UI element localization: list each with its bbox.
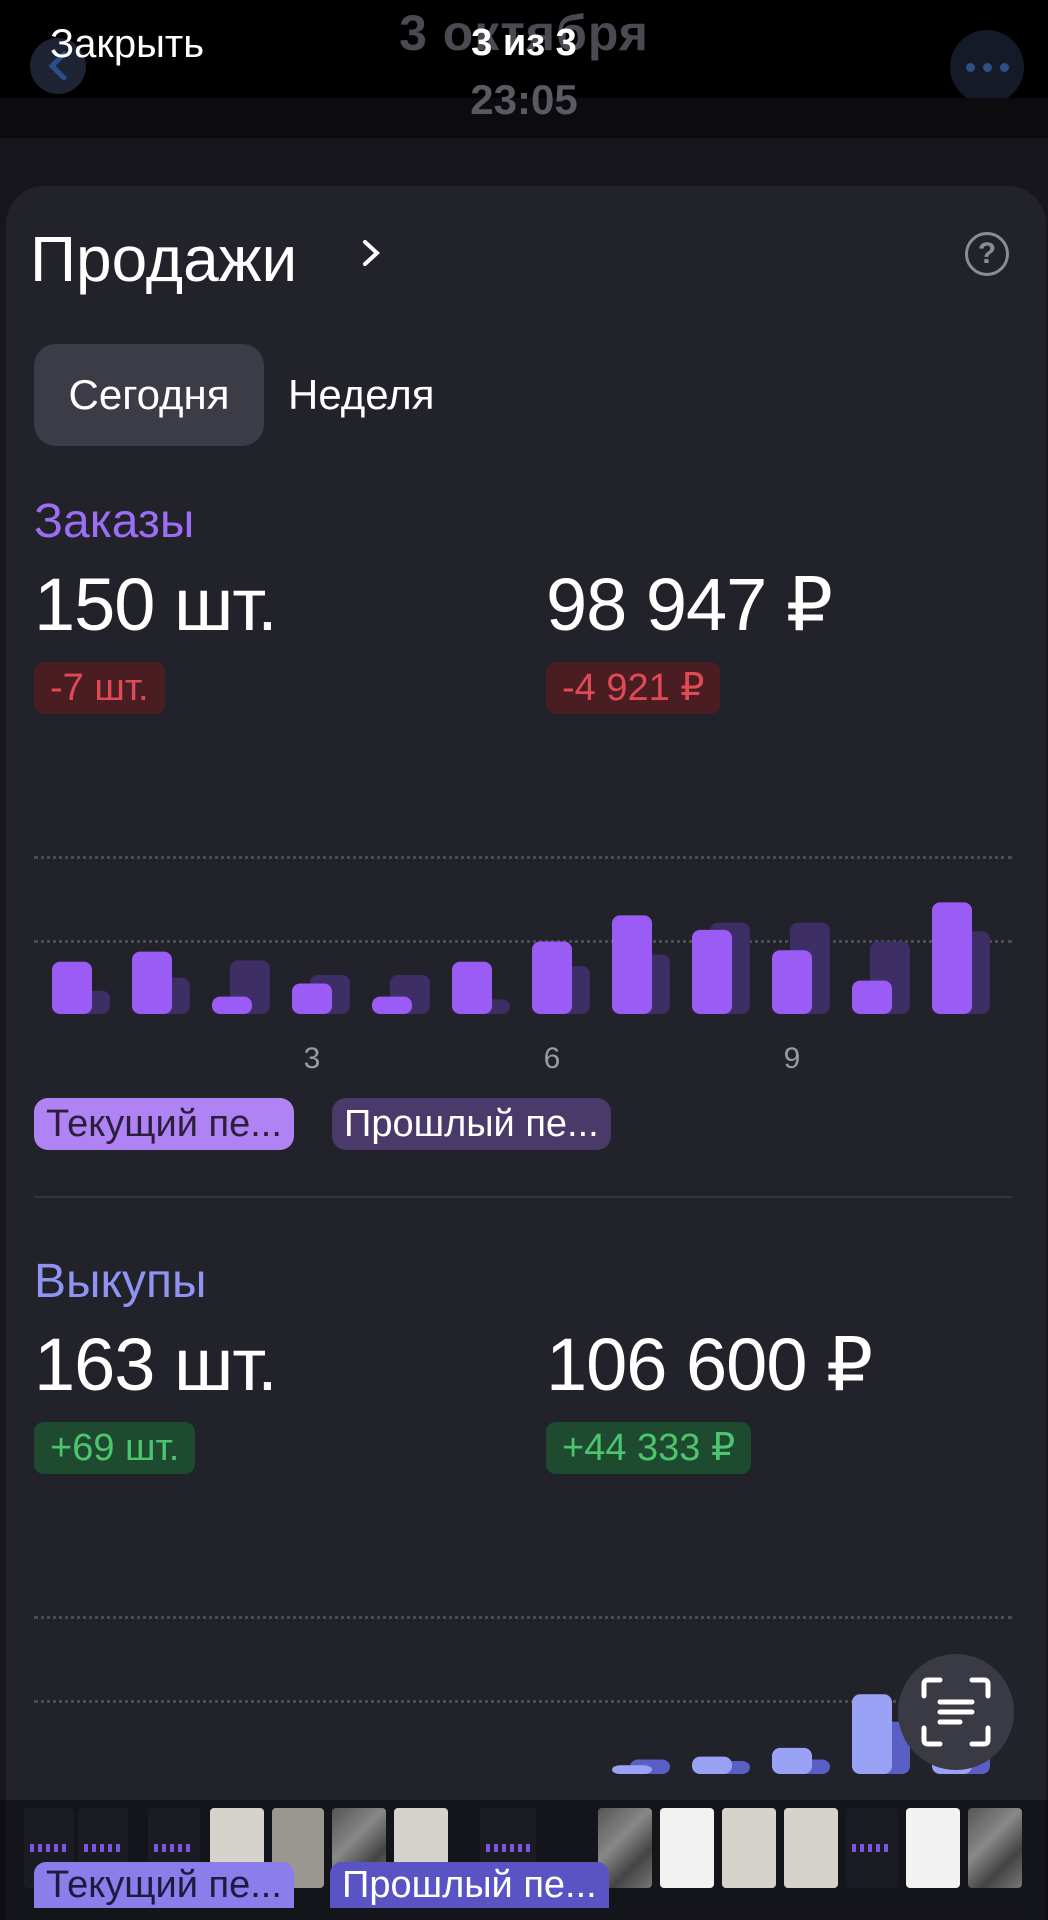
- section-divider: [34, 1196, 1012, 1198]
- scan-text-button[interactable]: [898, 1654, 1014, 1770]
- buyouts-amount-delta: +44 333 ₽: [546, 1422, 752, 1474]
- thumbnail[interactable]: [906, 1808, 960, 1888]
- orders-amount-delta: -4 921 ₽: [546, 662, 721, 714]
- image-counter: 3 из 3: [471, 22, 577, 64]
- buyouts-quantity-delta: +69 шт.: [34, 1422, 196, 1474]
- x-tick-label: 3: [303, 1042, 321, 1075]
- scan-text-icon: [921, 1677, 991, 1747]
- x-tick-label: 9: [783, 1042, 801, 1075]
- chevron-right-icon: [363, 240, 380, 266]
- x-tick-label: 6: [543, 1042, 561, 1075]
- gridline: [34, 1616, 1012, 1619]
- legend-previous-period-ghost: Прошлый пе...: [330, 1862, 609, 1908]
- gridline: [34, 856, 1012, 859]
- legend-current-period[interactable]: Текущий пе...: [34, 1098, 294, 1150]
- thumbnail[interactable]: [722, 1808, 776, 1888]
- gridline: [34, 940, 1012, 943]
- buyouts-quantity: 163 шт.: [34, 1323, 278, 1406]
- legend-current-period-ghost: Текущий пе...: [34, 1862, 294, 1908]
- orders-amount: 98 947 ₽: [546, 563, 833, 646]
- gridline: [34, 1700, 1012, 1703]
- thumbnail[interactable]: [784, 1808, 838, 1888]
- orders-quantity: 150 шт.: [34, 563, 278, 646]
- legend-previous-period[interactable]: Прошлый пе...: [332, 1098, 611, 1150]
- tab-today[interactable]: Сегодня: [34, 344, 264, 446]
- buyouts-amount: 106 600 ₽: [546, 1323, 873, 1406]
- tab-week[interactable]: Неделя: [288, 344, 435, 446]
- orders-label: Заказы: [34, 495, 195, 548]
- help-icon[interactable]: ?: [965, 232, 1009, 276]
- sales-title-row[interactable]: Продажи: [30, 222, 380, 296]
- sales-title[interactable]: Продажи: [30, 222, 297, 296]
- thumbnail[interactable]: [968, 1808, 1022, 1888]
- buyouts-label: Выкупы: [34, 1255, 207, 1308]
- background-time-text: 23:05: [470, 76, 578, 123]
- orders-quantity-delta: -7 шт.: [34, 662, 165, 714]
- thumbnail[interactable]: [846, 1808, 898, 1888]
- thumbnail[interactable]: [660, 1808, 714, 1888]
